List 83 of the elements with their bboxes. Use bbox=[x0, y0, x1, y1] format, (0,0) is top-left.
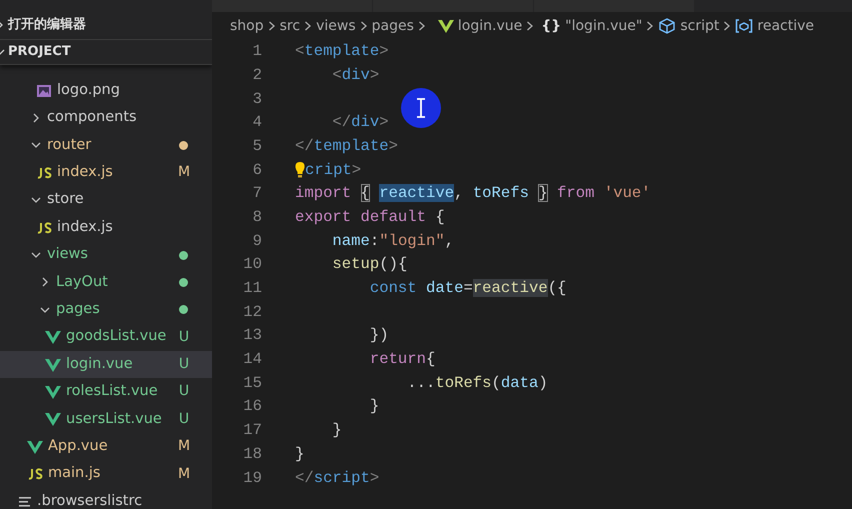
text-file-icon bbox=[18, 496, 32, 508]
chevron-right-icon bbox=[646, 20, 654, 32]
vue-icon bbox=[45, 358, 61, 372]
line-number: 17 bbox=[242, 420, 262, 442]
vue-icon bbox=[45, 384, 61, 399]
line-number: 7 bbox=[252, 183, 262, 204]
braces-icon: {} bbox=[541, 16, 562, 36]
code-line: export default { bbox=[295, 206, 445, 228]
breadcrumb-item[interactable]: views bbox=[316, 16, 356, 36]
code-line: const date=reactive({ bbox=[368, 278, 566, 300]
chevron-right-icon bbox=[526, 20, 534, 32]
section-header[interactable]: 打开的编辑器 bbox=[0, 11, 212, 39]
variable-icon bbox=[735, 18, 754, 34]
file-item[interactable]: logo.png bbox=[0, 77, 212, 104]
js-icon bbox=[36, 222, 52, 234]
folder-item[interactable]: router bbox=[0, 132, 212, 160]
file-item[interactable]: main.js M bbox=[0, 460, 212, 488]
line-number: 10 bbox=[242, 254, 262, 276]
file-item[interactable]: .browserslistrc bbox=[0, 488, 212, 509]
line-number: 11 bbox=[242, 278, 262, 300]
file-item[interactable]: usersList.vue U bbox=[0, 406, 212, 434]
line-number: 12 bbox=[242, 302, 262, 323]
chevron-right-icon bbox=[268, 20, 276, 32]
breadcrumb-item[interactable]: reactive bbox=[757, 16, 814, 36]
code-line: }) bbox=[368, 325, 389, 346]
chevron-right-icon bbox=[304, 20, 312, 32]
file-item[interactable]: App.vue M bbox=[0, 433, 212, 460]
cube-icon bbox=[658, 17, 676, 35]
folder-item[interactable]: components bbox=[0, 104, 212, 132]
code-line: import { reactive, toRefs } from 'vue' bbox=[295, 183, 651, 204]
code-line: ...toRefs(data) bbox=[406, 372, 548, 394]
code-line: } bbox=[368, 396, 380, 418]
line-number: 13 bbox=[242, 325, 262, 346]
line-number: 16 bbox=[242, 396, 262, 418]
folder-item[interactable]: LayOut bbox=[0, 268, 212, 296]
code-line: return{ bbox=[368, 349, 436, 370]
line-number: 18 bbox=[242, 444, 262, 465]
vue-icon bbox=[45, 330, 61, 344]
line-number: 15 bbox=[242, 372, 262, 394]
image-icon bbox=[36, 84, 52, 98]
breadcrumb-item[interactable]: "login.vue" bbox=[565, 16, 642, 36]
file-item[interactable]: index.js bbox=[0, 214, 212, 242]
js-icon bbox=[27, 468, 43, 480]
breadcrumb-item[interactable]: script bbox=[680, 16, 720, 36]
line-number: 8 bbox=[252, 206, 262, 228]
line-number: 3 bbox=[252, 88, 262, 110]
breadcrumb-item[interactable]: shop bbox=[230, 16, 264, 36]
breadcrumb-item[interactable]: login.vue bbox=[458, 16, 522, 36]
vue-icon bbox=[27, 440, 43, 454]
section-header[interactable]: PROJECT bbox=[0, 39, 212, 65]
folder-item[interactable]: store bbox=[0, 186, 212, 214]
chevron-right-icon bbox=[418, 20, 426, 32]
line-number: 9 bbox=[252, 230, 262, 252]
folder-item[interactable]: pages bbox=[0, 296, 212, 324]
vue-icon bbox=[45, 412, 61, 426]
code-line: setup(){ bbox=[331, 254, 408, 276]
line-number: 5 bbox=[252, 136, 262, 157]
code-line: } bbox=[331, 420, 342, 442]
code-line: </div> bbox=[331, 112, 389, 134]
file-item[interactable]: login.vue U bbox=[0, 350, 212, 378]
line-number: 19 bbox=[242, 468, 262, 489]
line-number: 1 bbox=[252, 41, 262, 62]
line-number: 14 bbox=[242, 349, 262, 370]
breadcrumb-item[interactable]: src bbox=[280, 16, 300, 36]
line-number: 4 bbox=[252, 112, 262, 134]
file-item[interactable]: rolesList.vue U bbox=[0, 378, 212, 406]
vue-icon bbox=[438, 19, 454, 33]
breadcrumb-item[interactable]: pages bbox=[372, 16, 414, 36]
code-line: name:"login", bbox=[331, 230, 454, 252]
chevron-right-icon bbox=[360, 20, 368, 32]
folder-item[interactable]: views bbox=[0, 241, 212, 269]
code-line: } bbox=[295, 444, 304, 465]
file-item[interactable]: index.js M bbox=[0, 159, 212, 187]
code-line: <template> bbox=[295, 41, 389, 62]
file-item[interactable]: goodsList.vue U bbox=[0, 324, 212, 351]
code-line: <div> bbox=[331, 64, 380, 86]
chevron-right-icon bbox=[723, 20, 732, 32]
code-line: </script> bbox=[295, 468, 380, 489]
js-icon bbox=[36, 166, 52, 179]
code-line: </template> bbox=[295, 136, 398, 157]
code-line: cript> bbox=[305, 160, 362, 181]
line-number: 6 bbox=[252, 160, 262, 181]
line-number: 2 bbox=[252, 64, 262, 86]
